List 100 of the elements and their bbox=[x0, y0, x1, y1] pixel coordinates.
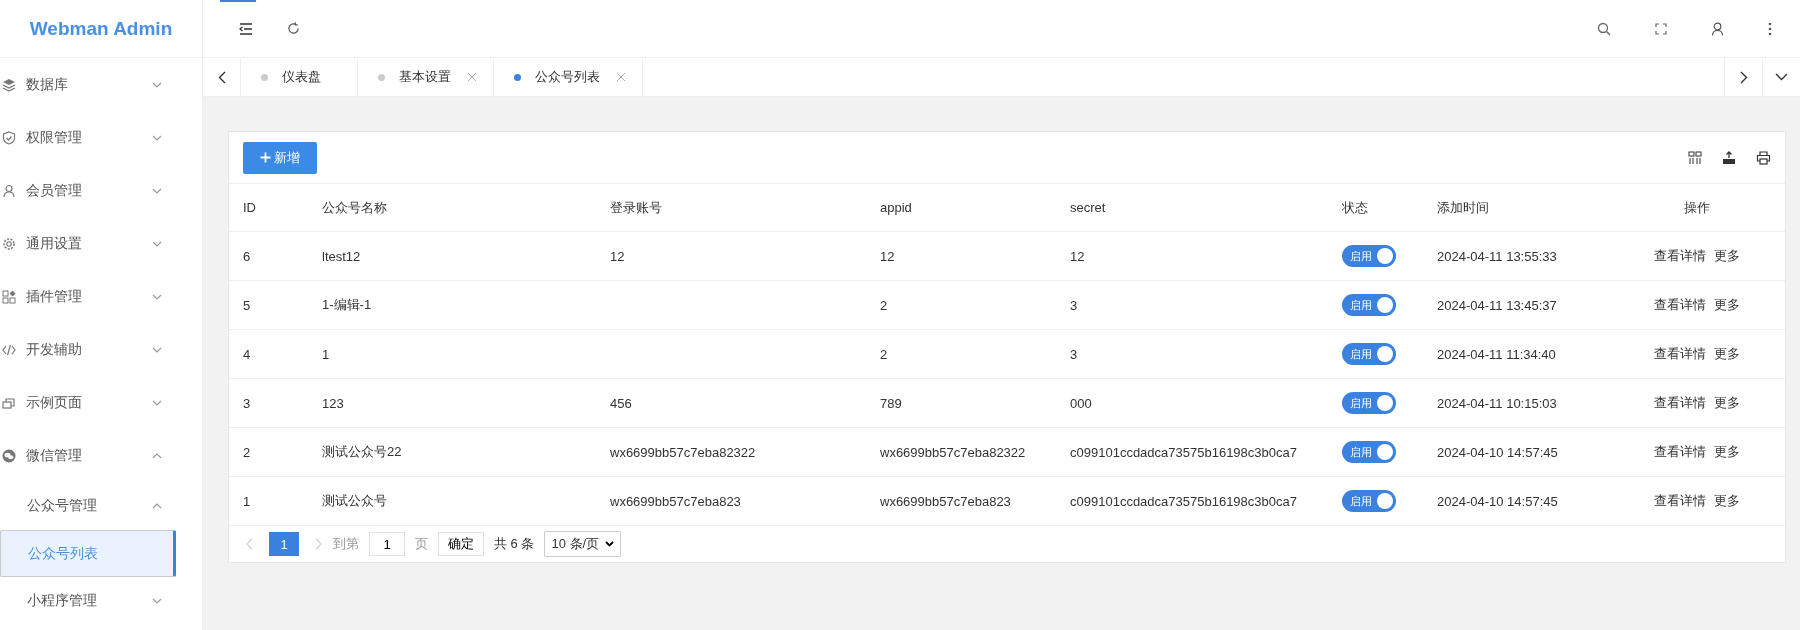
table-cell: 789 bbox=[866, 378, 1056, 428]
chevron-down-icon bbox=[152, 187, 162, 194]
layers-icon bbox=[2, 77, 16, 92]
column-header: appid bbox=[866, 184, 1056, 232]
action-link[interactable]: 查看详情 bbox=[1653, 346, 1706, 361]
table-cell: 000 bbox=[1056, 378, 1328, 428]
column-header: 状态 bbox=[1328, 184, 1423, 232]
page-tab[interactable]: 公众号列表 bbox=[494, 58, 643, 96]
menu-item[interactable]: 小程序管理 bbox=[0, 577, 176, 625]
action-link[interactable]: 更多 bbox=[1713, 346, 1740, 361]
confirm-button[interactable]: 确定 bbox=[438, 532, 484, 556]
action-link[interactable]: 查看详情 bbox=[1653, 297, 1706, 312]
page-number[interactable]: 1 bbox=[269, 532, 299, 556]
action-link[interactable]: 查看详情 bbox=[1653, 493, 1706, 508]
table-cell: 4 bbox=[229, 329, 308, 379]
table-cell: 1 bbox=[229, 476, 308, 526]
page-size-select[interactable]: 10 条/页 bbox=[544, 531, 622, 557]
plus-icon bbox=[260, 152, 271, 163]
column-header: 添加时间 bbox=[1423, 184, 1608, 232]
table-cell: 2024-04-10 14:57:45 bbox=[1423, 476, 1608, 526]
chevron-down-icon bbox=[152, 81, 162, 88]
table-cell: 2024-04-10 14:57:45 bbox=[1423, 427, 1608, 477]
table-cell: c099101ccdadca73575b16198c3b0ca7 bbox=[1056, 476, 1328, 526]
table-cell: 123 bbox=[308, 378, 596, 428]
action-link[interactable]: 更多 bbox=[1713, 493, 1740, 508]
table-cell: wx6699bb57c7eba82322 bbox=[596, 427, 866, 477]
menu-item[interactable]: 示例页面 bbox=[0, 376, 176, 429]
add-button[interactable]: 新增 bbox=[243, 141, 317, 174]
shield-icon bbox=[2, 130, 16, 145]
table-cell: 2024-04-11 13:45:37 bbox=[1423, 280, 1608, 330]
table-cell: 5 bbox=[229, 280, 308, 330]
status-toggle[interactable]: 启用 bbox=[1342, 490, 1396, 512]
action-link[interactable]: 更多 bbox=[1713, 444, 1740, 459]
goto-label: 到第 bbox=[333, 535, 359, 553]
table-cell: 3 bbox=[229, 378, 308, 428]
print-icon[interactable] bbox=[1756, 150, 1771, 165]
columns-icon[interactable] bbox=[1688, 150, 1702, 165]
table-cell: 2024-04-11 10:15:03 bbox=[1423, 378, 1608, 428]
menu-item[interactable]: 通用设置 bbox=[0, 217, 176, 270]
action-link[interactable]: 查看详情 bbox=[1653, 395, 1706, 410]
close-icon[interactable] bbox=[616, 72, 626, 82]
action-link[interactable]: 查看详情 bbox=[1653, 248, 1706, 263]
table-cell: 1-编辑-1 bbox=[308, 280, 596, 330]
menu-item[interactable]: 微信管理 bbox=[0, 429, 176, 482]
table-cell: ltest12 bbox=[308, 231, 596, 281]
table-cell: wx6699bb57c7eba823 bbox=[596, 476, 866, 526]
total-count: 共 6 条 bbox=[494, 535, 535, 553]
action-link[interactable]: 更多 bbox=[1713, 395, 1740, 410]
chevron-down-icon bbox=[152, 598, 162, 604]
table-cell: 3 bbox=[1056, 329, 1328, 379]
menu-item[interactable]: 数据库 bbox=[0, 58, 176, 111]
chevron-up-icon bbox=[152, 452, 162, 459]
chevron-down-icon bbox=[152, 346, 162, 353]
table-cell: 测试公众号 bbox=[308, 476, 596, 526]
action-link[interactable]: 更多 bbox=[1713, 248, 1740, 263]
column-header: ID bbox=[229, 184, 308, 232]
chevron-up-icon bbox=[152, 503, 162, 509]
chevron-down-icon bbox=[152, 240, 162, 247]
table-cell: 1 bbox=[308, 329, 596, 379]
table-cell: 12 bbox=[866, 231, 1056, 281]
table-cell: 测试公众号22 bbox=[308, 427, 596, 477]
column-header: 公众号名称 bbox=[308, 184, 596, 232]
table-cell: 2024-04-11 13:55:33 bbox=[1423, 231, 1608, 281]
chevron-down-icon bbox=[152, 293, 162, 300]
table-cell: wx6699bb57c7eba823 bbox=[866, 476, 1056, 526]
table-cell: 2 bbox=[229, 427, 308, 477]
menu-item[interactable]: 插件管理 bbox=[0, 270, 176, 323]
column-header: secret bbox=[1056, 184, 1328, 232]
status-toggle[interactable]: 启用 bbox=[1342, 343, 1396, 365]
action-link[interactable]: 更多 bbox=[1713, 297, 1740, 312]
column-header: 操作 bbox=[1608, 184, 1785, 232]
menu-item[interactable]: 权限管理 bbox=[0, 111, 176, 164]
table-cell: wx6699bb57c7eba82322 bbox=[866, 427, 1056, 477]
user-icon bbox=[2, 183, 16, 198]
table-cell: c099101ccdadca73575b16198c3b0ca7 bbox=[1056, 427, 1328, 477]
export-icon[interactable] bbox=[1722, 150, 1736, 165]
page-tab[interactable]: 仪表盘 bbox=[241, 58, 358, 96]
gear-icon bbox=[2, 236, 16, 251]
table-cell: 2 bbox=[866, 280, 1056, 330]
cards-icon bbox=[2, 395, 16, 410]
column-header: 登录账号 bbox=[596, 184, 866, 232]
table-cell: 6 bbox=[229, 231, 308, 281]
table-cell: 12 bbox=[1056, 231, 1328, 281]
page-input[interactable]: 1 bbox=[369, 532, 405, 556]
table-cell: 2024-04-11 11:34:40 bbox=[1423, 329, 1608, 379]
page-tab[interactable]: 基本设置 bbox=[358, 58, 494, 96]
menu-item[interactable]: 会员管理 bbox=[0, 164, 176, 217]
close-icon[interactable] bbox=[467, 72, 477, 82]
status-toggle[interactable]: 启用 bbox=[1342, 441, 1396, 463]
status-toggle[interactable]: 启用 bbox=[1342, 294, 1396, 316]
menu-item[interactable]: 开发辅助 bbox=[0, 323, 176, 376]
menu-item[interactable]: 公众号管理 bbox=[0, 482, 176, 530]
table-cell: 3 bbox=[1056, 280, 1328, 330]
table-cell: 12 bbox=[596, 231, 866, 281]
page-unit-label: 页 bbox=[415, 535, 428, 553]
status-toggle[interactable]: 启用 bbox=[1342, 245, 1396, 267]
table-cell: 2 bbox=[866, 329, 1056, 379]
action-link[interactable]: 查看详情 bbox=[1653, 444, 1706, 459]
app-logo: Webman Admin bbox=[0, 0, 202, 58]
status-toggle[interactable]: 启用 bbox=[1342, 392, 1396, 414]
